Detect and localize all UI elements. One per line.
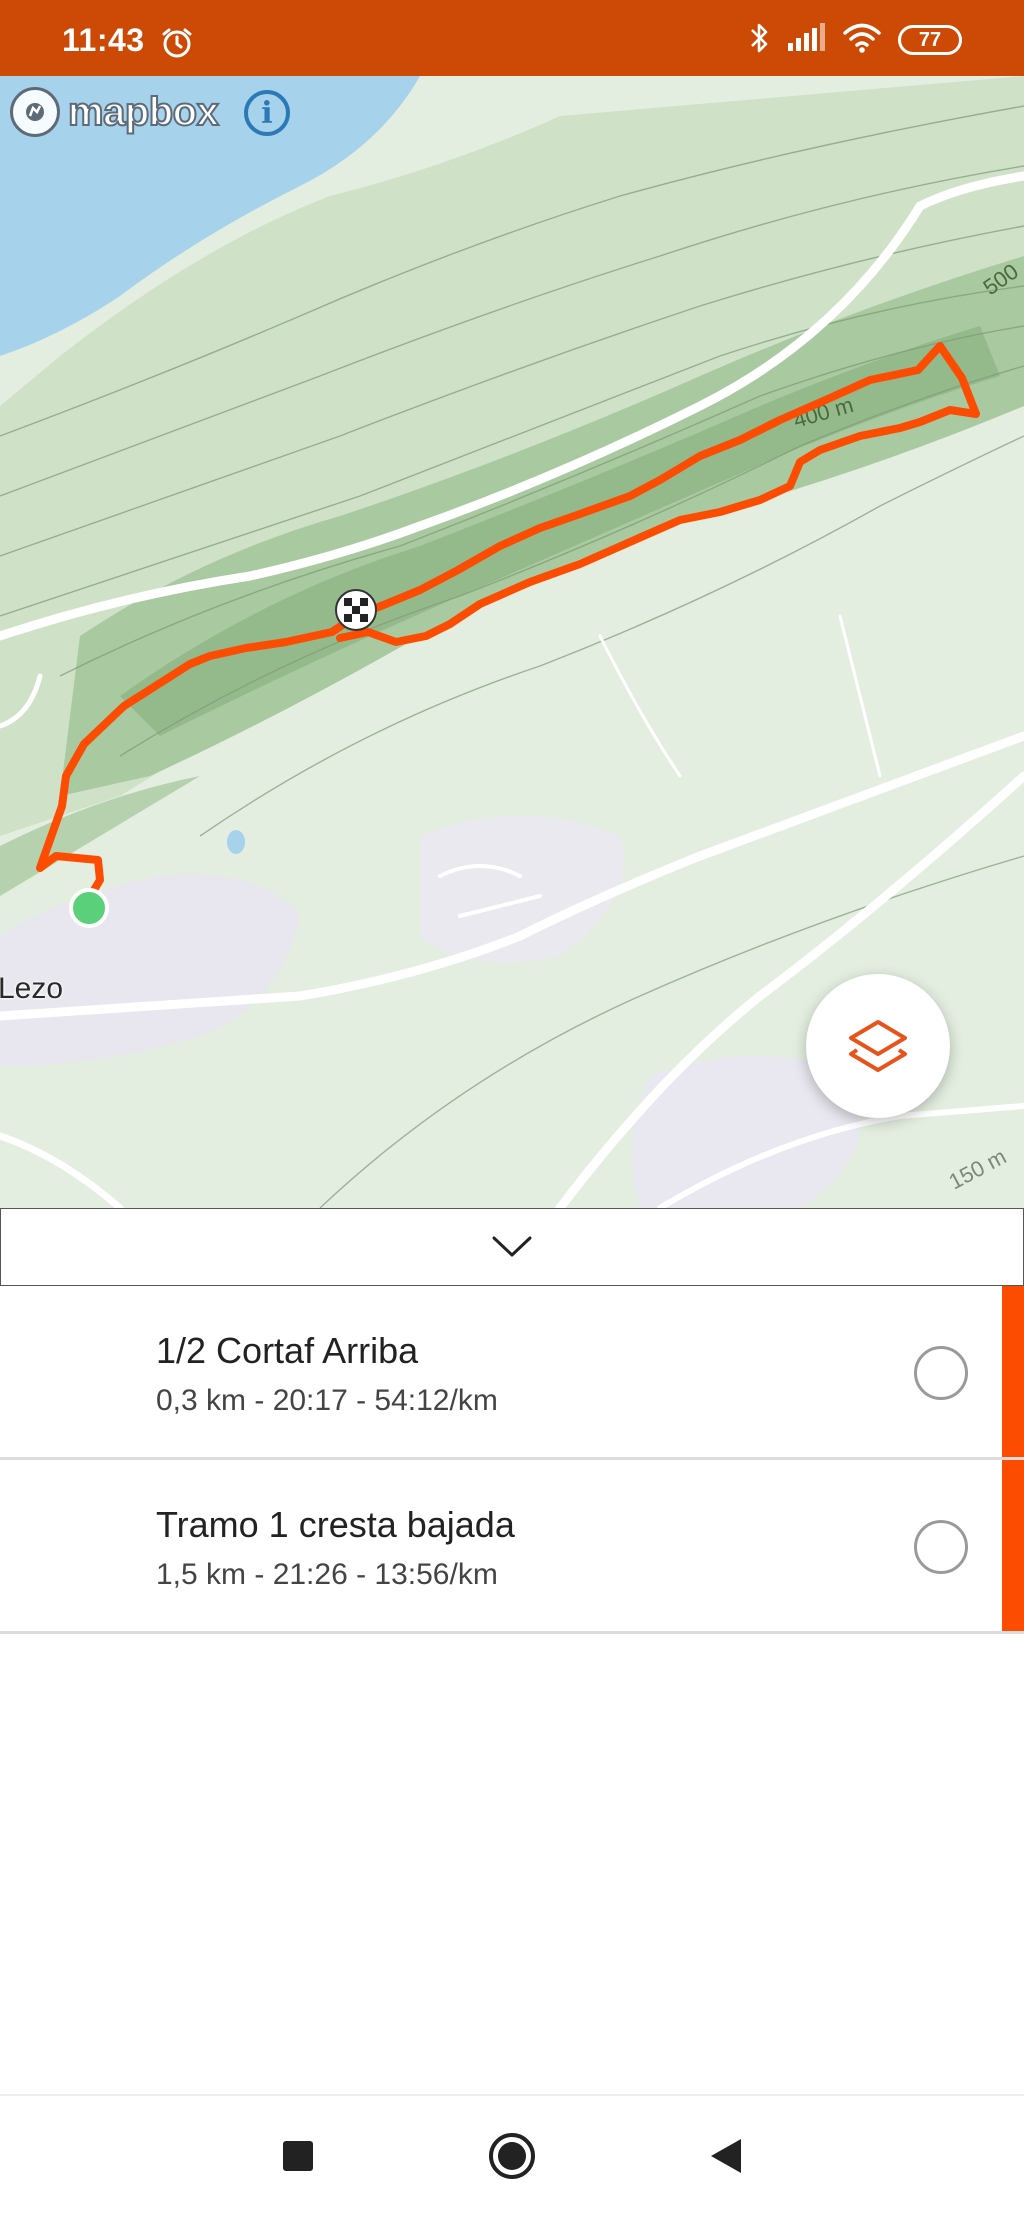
battery-level: 77 <box>918 28 942 51</box>
segment-accent-bar <box>1002 1286 1024 1457</box>
signal-icon <box>786 22 826 58</box>
home-circle-icon <box>489 2133 535 2179</box>
app-root: 11:43 77 500 400 m 150 m mapbox i Lezo 1… <box>0 0 1024 2219</box>
pond <box>227 830 245 854</box>
back-button[interactable] <box>696 2126 756 2186</box>
recents-button[interactable] <box>268 2126 328 2186</box>
wifi-icon <box>842 22 882 59</box>
info-icon: i <box>261 95 273 131</box>
bluetooth-icon <box>748 21 770 60</box>
mapbox-attribution: mapbox <box>67 89 220 135</box>
segment-list: 1/2 Cortaf Arriba 0,3 km - 20:17 - 54:12… <box>0 1286 1024 1634</box>
collapse-map-button[interactable] <box>0 1208 1024 1286</box>
status-icons: 77 <box>748 22 962 58</box>
segment-row[interactable]: Tramo 1 cresta bajada 1,5 km - 21:26 - 1… <box>0 1460 1024 1634</box>
segment-radio[interactable] <box>914 1346 968 1400</box>
home-button[interactable] <box>482 2126 542 2186</box>
mapbox-logo[interactable]: mapbox <box>10 86 220 138</box>
layers-icon <box>849 1020 907 1072</box>
segment-name: 1/2 Cortaf Arriba <box>156 1330 419 1371</box>
segment-accent-bar <box>1002 1460 1024 1631</box>
status-bar: 11:43 77 <box>0 0 1024 76</box>
segment-name: Tramo 1 cresta bajada <box>156 1504 515 1545</box>
chevron-down-icon <box>492 1236 532 1257</box>
segment-radio[interactable] <box>914 1520 968 1574</box>
contour-label-150: 150 m <box>945 1144 1011 1195</box>
suburb-area <box>420 816 624 963</box>
system-nav-bar <box>0 2094 1024 2219</box>
segment-stats: 0,3 km - 20:17 - 54:12/km <box>156 1384 498 1417</box>
segment-row[interactable]: 1/2 Cortaf Arriba 0,3 km - 20:17 - 54:12… <box>0 1286 1024 1460</box>
town-area <box>0 874 300 1066</box>
alarm-icon <box>160 26 194 60</box>
mapbox-mark-icon <box>10 87 60 137</box>
map-view[interactable]: 500 400 m 150 m mapbox i Lezo <box>0 76 1024 1208</box>
place-label: Lezo <box>0 972 64 1005</box>
back-triangle-icon <box>711 2139 741 2173</box>
map-layers-button[interactable] <box>806 974 950 1118</box>
status-time: 11:43 <box>62 22 145 58</box>
battery-icon: 77 <box>898 25 962 55</box>
recents-square-icon <box>283 2141 313 2171</box>
map-info-button[interactable]: i <box>244 90 290 136</box>
segment-stats: 1,5 km - 21:26 - 13:56/km <box>156 1558 498 1591</box>
start-marker[interactable] <box>69 888 109 928</box>
finish-flag-icon[interactable] <box>335 589 377 631</box>
